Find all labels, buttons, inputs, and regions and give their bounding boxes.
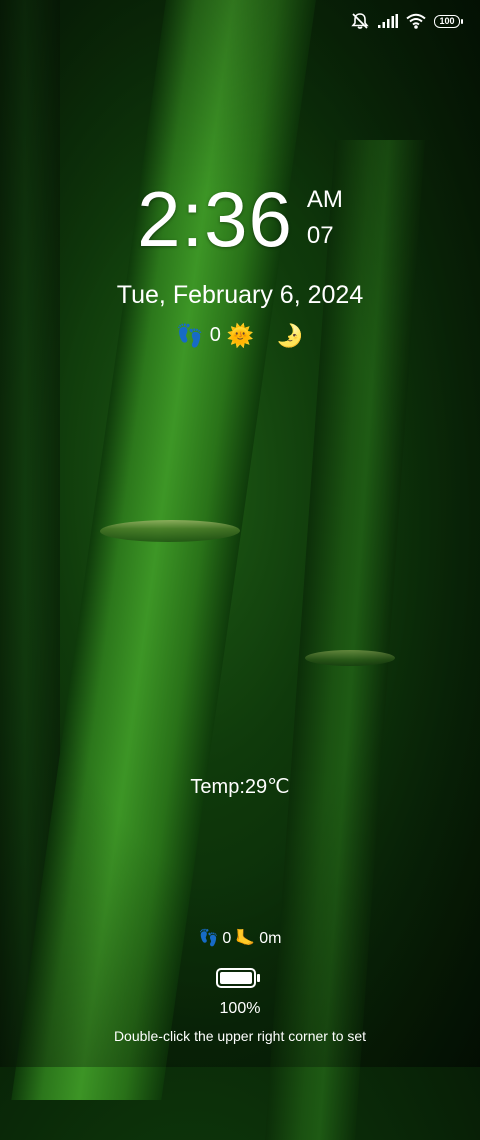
status-bar: 100 [350, 10, 463, 32]
battery-percentage: 100% [219, 1000, 261, 1017]
distance-value: 0m [259, 930, 282, 947]
battery-icon: 100 [434, 14, 463, 28]
lockscreen-clock[interactable]: 2:36 AM 07 [0, 180, 480, 258]
activity-row: 👣 0 🦶 0m [0, 930, 480, 948]
signal-icon [378, 14, 398, 28]
clock-time: 2:36 [137, 175, 293, 263]
date-label: Tue, February 6, 2024 [116, 281, 364, 309]
temperature-label: Temp:29℃ [190, 776, 290, 798]
wifi-icon [406, 13, 426, 29]
battery-fill [220, 972, 252, 984]
battery-level-text: 100 [439, 15, 455, 26]
settings-hint: Double-click the upper right corner to s… [113, 1028, 367, 1044]
foot-icon: 🦶 [235, 930, 256, 947]
footprints-icon: 👣 [198, 930, 219, 947]
battery-large-icon [216, 968, 260, 988]
step-count: 0 [209, 324, 221, 346]
clock-ampm: AM [306, 186, 343, 213]
mute-notifications-icon [350, 12, 370, 30]
footprints-icon: 👣 [176, 322, 204, 348]
moon-icon: 🌛 [276, 322, 304, 348]
background-vignette [0, 0, 480, 1067]
info-row: 👣 0 🌞 🌛 [0, 324, 480, 347]
clock-side: AM 07 [307, 188, 343, 248]
bamboo-background-left [0, 0, 60, 1067]
sun-icon: 🌞 [226, 322, 255, 348]
step-count: 0 [222, 930, 232, 947]
bamboo-node [98, 520, 242, 542]
bamboo-node [305, 650, 395, 666]
clock-seconds: 07 [306, 222, 334, 249]
